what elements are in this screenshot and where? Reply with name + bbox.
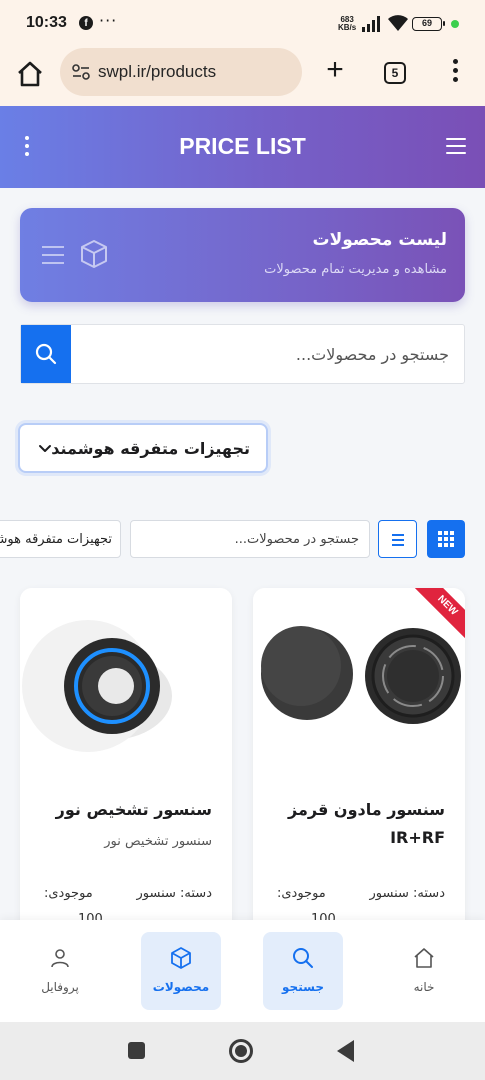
site-settings-icon[interactable] [72, 64, 90, 80]
wifi-icon [388, 15, 408, 31]
toolbar-category-label: تجهیزات متفرقه هوشمند [0, 532, 112, 547]
facebook-notification-icon: f [79, 16, 93, 30]
nav-products[interactable]: محصولات [141, 932, 221, 1010]
search-button[interactable] [21, 325, 71, 383]
nav-profile-label: پروفایل [41, 980, 79, 994]
list-icon [392, 534, 404, 536]
hero-title: لیست محصولات [312, 230, 447, 250]
user-icon [51, 949, 69, 968]
toolbar-category-filter[interactable]: تجهیزات متفرقه هوشمند [0, 520, 121, 558]
hero-subtitle: مشاهده و مدیریت تمام محصولات [264, 262, 447, 277]
toolbar-search-input[interactable] [131, 521, 369, 557]
product-category: دسته: سنسور [136, 886, 213, 901]
clock: 10:33 [26, 14, 67, 31]
product-search [20, 324, 465, 384]
products-hero-card: لیست محصولات مشاهده و مدیریت تمام محصولا… [20, 208, 465, 302]
nav-home-label: خانه [413, 980, 435, 994]
product-image [20, 588, 232, 773]
category-selected: تجهیزات متفرقه هوشمند [51, 439, 250, 458]
cube-icon [81, 240, 107, 268]
nav-home[interactable]: خانه [384, 932, 464, 1010]
battery-icon: 69 [412, 17, 445, 31]
search-icon [293, 948, 313, 968]
home-icon[interactable] [14, 58, 46, 90]
nav-profile[interactable]: پروفایل [20, 932, 100, 1010]
cellular-signal-icon [362, 16, 380, 32]
product-image [253, 588, 465, 773]
home-icon [414, 948, 434, 968]
grid-view-button[interactable] [427, 520, 465, 558]
browser-menu-button[interactable] [446, 56, 464, 88]
product-category: دسته: سنسور [369, 886, 446, 901]
list-icon-line [392, 539, 404, 541]
toolbar-search [130, 520, 370, 558]
bottom-navigation: خانه جستجو محصولات پروفایل [0, 920, 485, 1022]
product-name: سنسور مادون قرمز IR+RF [288, 800, 445, 847]
network-speed-unit: KB/s [338, 23, 357, 32]
back-button[interactable] [337, 1040, 354, 1062]
grid-icon [438, 531, 454, 547]
app-title: PRICE LIST [179, 133, 306, 159]
nav-search[interactable]: جستجو [263, 932, 343, 1010]
network-speed: 683 KB/s [338, 16, 356, 32]
system-navigation-bar [0, 1022, 485, 1080]
product-stock-label: موجودی: [277, 886, 326, 901]
status-bar: 10:33 f ··· 683 KB/s 69 [0, 0, 485, 48]
chevron-down-icon [39, 445, 51, 452]
browser-toolbar: swpl.ir/products + 5 [0, 48, 485, 106]
product-stock-label: موجودی: [44, 886, 93, 901]
url-text: swpl.ir/products [98, 62, 217, 81]
product-name: سنسور تشخیص نور [55, 800, 212, 819]
list-icon-line [392, 544, 404, 546]
recents-button[interactable] [128, 1042, 145, 1059]
nav-products-label: محصولات [152, 980, 210, 994]
filter-toolbar: تجهیزات متفرقه هوشمند [0, 520, 485, 560]
nav-search-label: جستجو [282, 980, 324, 994]
product-card[interactable]: NEW سنسور مادون قرمز IR+RF دسته: سنسور م… [253, 588, 465, 948]
search-icon [35, 343, 57, 365]
product-subtitle: سنسور تشخیص نور [104, 834, 212, 849]
product-card[interactable]: سنسور تشخیص نور سنسور تشخیص نور دسته: سن… [20, 588, 232, 948]
system-home-button[interactable] [229, 1039, 253, 1063]
search-input[interactable] [79, 325, 449, 383]
more-notifications-icon: ··· [99, 11, 118, 30]
hamburger-menu-icon[interactable] [446, 138, 466, 156]
address-bar[interactable]: swpl.ir/products [60, 48, 302, 96]
category-dropdown[interactable]: تجهیزات متفرقه هوشمند [18, 423, 268, 473]
list-icon [42, 246, 64, 264]
list-view-button[interactable] [378, 520, 417, 558]
cube-icon [171, 947, 191, 969]
app-header: PRICE LIST [0, 106, 485, 188]
privacy-indicator-dot [451, 20, 459, 28]
new-tab-button[interactable]: + [320, 55, 350, 86]
tab-switcher-button[interactable]: 5 [384, 62, 406, 84]
